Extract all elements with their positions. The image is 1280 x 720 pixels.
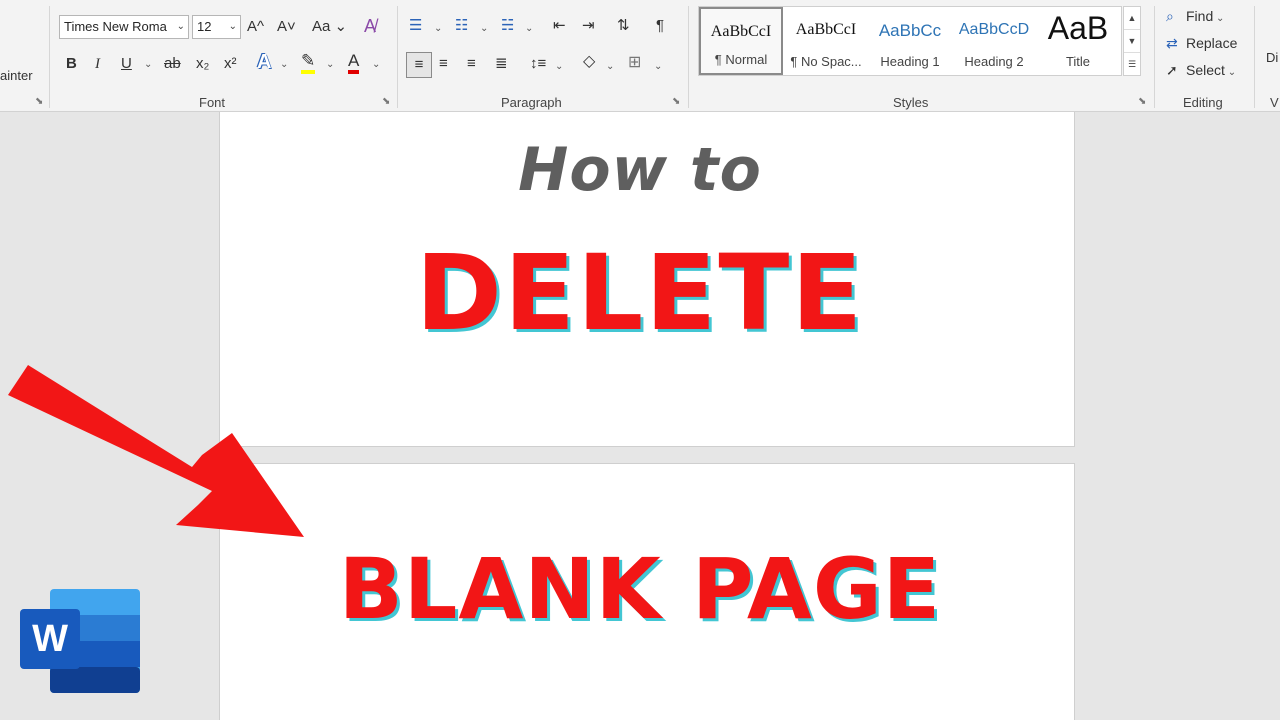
style-name: ¶ No Spac... <box>790 54 862 69</box>
group-divider <box>49 6 50 108</box>
align-right-icon[interactable]: ≡ <box>467 54 476 74</box>
replace-button[interactable]: ⇄ Replace <box>1166 35 1237 52</box>
format-painter-button[interactable]: ainter <box>0 66 33 86</box>
group-divider <box>1154 6 1155 108</box>
shading-icon[interactable]: ◇ <box>583 52 595 72</box>
title-how-to: How to <box>518 135 762 205</box>
style-name: ¶ Normal <box>714 52 768 67</box>
style-heading-1[interactable]: AaBbCc Heading 1 <box>868 7 952 75</box>
styles-launcher-icon[interactable]: ⬊ <box>1138 96 1146 107</box>
styles-gallery: AaBbCcI ¶ Normal AaBbCcI ¶ No Spac... Aa… <box>698 6 1122 76</box>
font-size-value: 12 <box>197 19 212 34</box>
borders-icon[interactable]: ⊞ <box>628 53 641 73</box>
italic-button[interactable]: I <box>95 54 100 74</box>
line-spacing-icon[interactable]: ↕≡ <box>530 54 546 74</box>
chevron-down-icon[interactable]: ⌄ <box>480 19 488 39</box>
red-arrow-icon <box>8 365 304 537</box>
font-launcher-icon[interactable]: ⬊ <box>382 96 390 107</box>
superscript-button[interactable]: x² <box>224 54 237 74</box>
style-preview: AaBbCcI <box>710 23 772 40</box>
sort-icon[interactable]: ⇅ <box>617 16 630 36</box>
replace-label: Replace <box>1186 35 1238 51</box>
chevron-down-icon[interactable]: ⌄ <box>654 57 662 77</box>
bold-button[interactable]: B <box>66 54 77 74</box>
grow-font-button[interactable]: A^ <box>247 17 264 37</box>
multilevel-list-icon[interactable]: ☵ <box>501 16 514 36</box>
chevron-down-icon: ⌄ <box>1224 67 1237 78</box>
chevron-down-icon: ⌄ <box>228 21 237 32</box>
find-button[interactable]: ⌕ Find ⌄ <box>1166 8 1224 25</box>
word-logo-letter: W <box>32 618 68 660</box>
increase-indent-icon[interactable]: ⇥ <box>582 16 595 36</box>
clipboard-launcher-icon[interactable]: ⬊ <box>35 96 43 107</box>
justify-icon[interactable]: ≣ <box>495 54 508 74</box>
word-logo-icon: W <box>20 589 140 693</box>
editing-group-label: Editing <box>1183 95 1223 110</box>
group-divider <box>397 6 398 108</box>
styles-group-label: Styles <box>893 95 929 110</box>
chevron-down-icon[interactable]: ⌄ <box>144 55 152 75</box>
scroll-down-icon[interactable]: ▼ <box>1124 30 1140 53</box>
numbering-icon[interactable]: ☷ <box>455 16 468 36</box>
text-effects-button[interactable]: A <box>257 52 271 72</box>
font-color-button[interactable]: A <box>348 52 360 74</box>
highlight-pen-icon[interactable]: ✎ <box>301 52 316 74</box>
style-heading-2[interactable]: AaBbCcD Heading 2 <box>952 7 1036 75</box>
search-icon: ⌕ <box>1166 8 1174 24</box>
font-size-combo[interactable]: 12 ⌄ <box>192 15 241 39</box>
scroll-up-icon[interactable]: ▲ <box>1124 7 1140 30</box>
chevron-down-icon: ⌄ <box>176 21 185 32</box>
find-label: Find <box>1186 8 1214 24</box>
group-divider <box>1254 6 1255 108</box>
style-title[interactable]: AaB Title <box>1036 7 1120 75</box>
style-preview: AaBbCcD <box>958 21 1030 38</box>
align-left-icon[interactable]: ≡ <box>406 52 432 78</box>
title-delete: DELETE <box>415 232 865 354</box>
subscript-button[interactable]: x₂ <box>196 54 209 74</box>
clear-formatting-icon[interactable]: A̸ <box>364 16 376 36</box>
ribbon: ainter ⬊ Times New Roma ⌄ 12 ⌄ A^ A˅ Aa … <box>0 0 1280 112</box>
change-case-button[interactable]: Aa ⌄ <box>312 17 347 37</box>
align-center-icon[interactable]: ≡ <box>439 54 448 74</box>
chevron-down-icon: ⌄ <box>330 18 348 35</box>
chevron-down-icon[interactable]: ⌄ <box>326 55 334 75</box>
font-name-combo[interactable]: Times New Roma ⌄ <box>59 15 189 39</box>
style-preview: AaBbCcI <box>795 21 857 38</box>
style-no-spacing[interactable]: AaBbCcI ¶ No Spac... <box>784 7 868 75</box>
chevron-down-icon: ⌄ <box>1213 13 1225 24</box>
show-formatting-button[interactable]: ¶ <box>656 16 664 36</box>
select-button[interactable]: ➚ Select ⌄ <box>1166 62 1236 79</box>
paragraph-launcher-icon[interactable]: ⬊ <box>672 96 680 107</box>
change-case-label: Aa <box>312 18 331 35</box>
chevron-down-icon[interactable]: ⌄ <box>555 57 563 77</box>
strikethrough-button[interactable]: ab <box>164 54 181 74</box>
select-label: Select <box>1186 62 1225 78</box>
paragraph-group-label: Paragraph <box>501 95 562 110</box>
chevron-down-icon[interactable]: ⌄ <box>434 19 442 39</box>
style-name: Heading 2 <box>964 54 1024 69</box>
chevron-down-icon[interactable]: ⌄ <box>606 57 614 77</box>
more-styles-icon[interactable]: ☰ <box>1124 53 1140 76</box>
chevron-down-icon[interactable]: ⌄ <box>280 55 288 75</box>
style-preview: AaB <box>1047 11 1109 45</box>
decrease-indent-icon[interactable]: ⇤ <box>553 16 566 36</box>
style-name: Title <box>1065 54 1091 69</box>
dictate-button[interactable]: Di <box>1266 48 1278 68</box>
bullets-icon[interactable]: ☰ <box>409 16 422 36</box>
voice-group-label: V <box>1270 95 1279 110</box>
styles-gallery-scroll: ▲ ▼ ☰ <box>1123 6 1141 76</box>
group-divider <box>688 6 689 108</box>
style-preview: AaBbCc <box>878 21 942 40</box>
style-normal[interactable]: AaBbCcI ¶ Normal <box>699 7 783 75</box>
shrink-font-button[interactable]: A˅ <box>277 17 296 37</box>
underline-button[interactable]: U <box>121 54 132 74</box>
replace-icon: ⇄ <box>1166 35 1178 51</box>
font-group-label: Font <box>199 95 226 110</box>
chevron-down-icon[interactable]: ⌄ <box>372 55 380 75</box>
chevron-down-icon[interactable]: ⌄ <box>525 19 533 39</box>
font-name-value: Times New Roma <box>64 19 167 34</box>
style-name: Heading 1 <box>880 54 940 69</box>
cursor-icon: ➚ <box>1166 62 1178 78</box>
